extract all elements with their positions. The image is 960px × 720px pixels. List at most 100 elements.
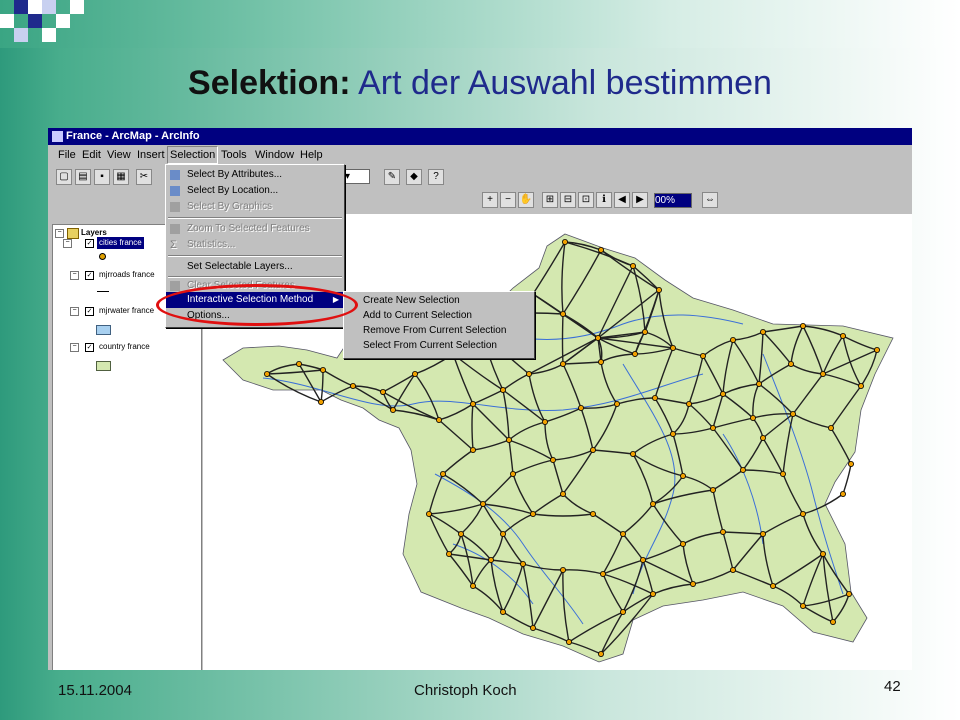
city-point[interactable]	[830, 618, 837, 625]
city-point[interactable]	[469, 582, 476, 589]
city-point[interactable]	[770, 582, 777, 589]
identify-icon[interactable]: ℹ	[596, 192, 612, 208]
menu-select-by-attributes[interactable]: Select By Attributes...	[166, 167, 344, 183]
city-point[interactable]	[559, 490, 566, 497]
fixed-zoom-in-icon[interactable]: ⊞	[542, 192, 558, 208]
city-point[interactable]	[840, 333, 847, 340]
city-point[interactable]	[296, 360, 303, 367]
city-point[interactable]	[529, 510, 536, 517]
city-point[interactable]	[750, 414, 757, 421]
city-point[interactable]	[525, 370, 532, 377]
city-point[interactable]	[820, 550, 827, 557]
menu-zoom-to-selected[interactable]: Zoom To Selected Features	[166, 221, 344, 237]
city-point[interactable]	[788, 360, 795, 367]
submenu-select-from-selection[interactable]: Select From Current Selection	[344, 338, 534, 354]
city-point[interactable]	[649, 590, 656, 597]
city-point[interactable]	[800, 323, 807, 330]
city-point[interactable]	[709, 486, 716, 493]
city-point[interactable]	[469, 400, 476, 407]
submenu-remove-from-selection[interactable]: Remove From Current Selection	[344, 323, 534, 339]
city-point[interactable]	[487, 556, 494, 563]
cut-icon[interactable]: ✂	[136, 169, 152, 185]
city-point[interactable]	[669, 344, 676, 351]
city-point[interactable]	[629, 450, 636, 457]
city-point[interactable]	[848, 460, 855, 467]
forward-extent-icon[interactable]: ▶	[632, 192, 648, 208]
city-point[interactable]	[740, 466, 747, 473]
city-point[interactable]	[629, 263, 636, 270]
zoom-out-icon[interactable]: −	[500, 192, 516, 208]
city-point[interactable]	[800, 510, 807, 517]
city-point[interactable]	[679, 540, 686, 547]
menu-help[interactable]: Help	[298, 146, 325, 164]
city-point[interactable]	[760, 530, 767, 537]
menu-select-by-location[interactable]: Select By Location...	[166, 183, 344, 199]
city-point[interactable]	[619, 608, 626, 615]
city-point[interactable]	[651, 394, 658, 401]
layer-visibility-checkbox[interactable]: ✓	[85, 271, 94, 280]
city-point[interactable]	[389, 406, 396, 413]
measure-icon[interactable]: ⇔	[702, 192, 718, 208]
back-extent-icon[interactable]: ◀	[614, 192, 630, 208]
city-point[interactable]	[597, 358, 604, 365]
city-point[interactable]	[840, 490, 847, 497]
pan-icon[interactable]: ✋	[518, 192, 534, 208]
city-point[interactable]	[559, 566, 566, 573]
menu-window[interactable]: Window	[253, 146, 296, 164]
city-point[interactable]	[597, 247, 604, 254]
city-point[interactable]	[631, 350, 638, 357]
city-point[interactable]	[720, 528, 727, 535]
city-point[interactable]	[479, 500, 486, 507]
city-point[interactable]	[800, 602, 807, 609]
city-point[interactable]	[760, 434, 767, 441]
city-point[interactable]	[709, 424, 716, 431]
city-point[interactable]	[639, 556, 646, 563]
city-point[interactable]	[780, 470, 787, 477]
scale-combo[interactable]: ▾	[344, 169, 370, 184]
city-point[interactable]	[655, 287, 662, 294]
city-point[interactable]	[541, 418, 548, 425]
menu-file[interactable]: File	[56, 146, 78, 164]
layer-visibility-checkbox[interactable]: ✓	[85, 307, 94, 316]
city-point[interactable]	[594, 335, 601, 342]
collapse-icon[interactable]: −	[70, 271, 79, 280]
city-point[interactable]	[577, 404, 584, 411]
city-point[interactable]	[499, 530, 506, 537]
collapse-icon[interactable]: −	[63, 239, 72, 248]
city-point[interactable]	[599, 570, 606, 577]
city-point[interactable]	[559, 311, 566, 318]
city-point[interactable]	[689, 580, 696, 587]
city-point[interactable]	[669, 430, 676, 437]
city-point[interactable]	[457, 530, 464, 537]
open-icon[interactable]: ▤	[75, 169, 91, 185]
print-icon[interactable]: ▦	[113, 169, 129, 185]
city-point[interactable]	[874, 346, 881, 353]
layer-visibility-checkbox[interactable]: ✓	[85, 343, 94, 352]
city-point[interactable]	[499, 386, 506, 393]
city-point[interactable]	[469, 446, 476, 453]
menu-edit[interactable]: Edit	[80, 146, 103, 164]
editor-icon[interactable]: ✎	[384, 169, 400, 185]
city-point[interactable]	[641, 329, 648, 336]
menu-insert[interactable]: Insert	[135, 146, 167, 164]
city-point[interactable]	[379, 388, 386, 395]
city-point[interactable]	[679, 472, 686, 479]
layer-visibility-checkbox[interactable]: ✓	[85, 239, 94, 248]
city-point[interactable]	[828, 424, 835, 431]
collapse-icon[interactable]: −	[70, 307, 79, 316]
arctoolbox-icon[interactable]: ◆	[406, 169, 422, 185]
city-point[interactable]	[565, 638, 572, 645]
city-point[interactable]	[519, 560, 526, 567]
collapse-icon[interactable]: −	[70, 343, 79, 352]
city-point[interactable]	[846, 590, 853, 597]
city-point[interactable]	[589, 446, 596, 453]
menu-select-by-graphics[interactable]: Select By Graphics	[166, 199, 344, 215]
city-point[interactable]	[435, 416, 442, 423]
city-point[interactable]	[559, 360, 566, 367]
city-point[interactable]	[499, 608, 506, 615]
submenu-add-to-selection[interactable]: Add to Current Selection	[344, 308, 534, 324]
fixed-zoom-out-icon[interactable]: ⊟	[560, 192, 576, 208]
zoom-combo[interactable]: 00%	[654, 193, 692, 208]
city-point[interactable]	[264, 370, 271, 377]
city-point[interactable]	[820, 370, 827, 377]
